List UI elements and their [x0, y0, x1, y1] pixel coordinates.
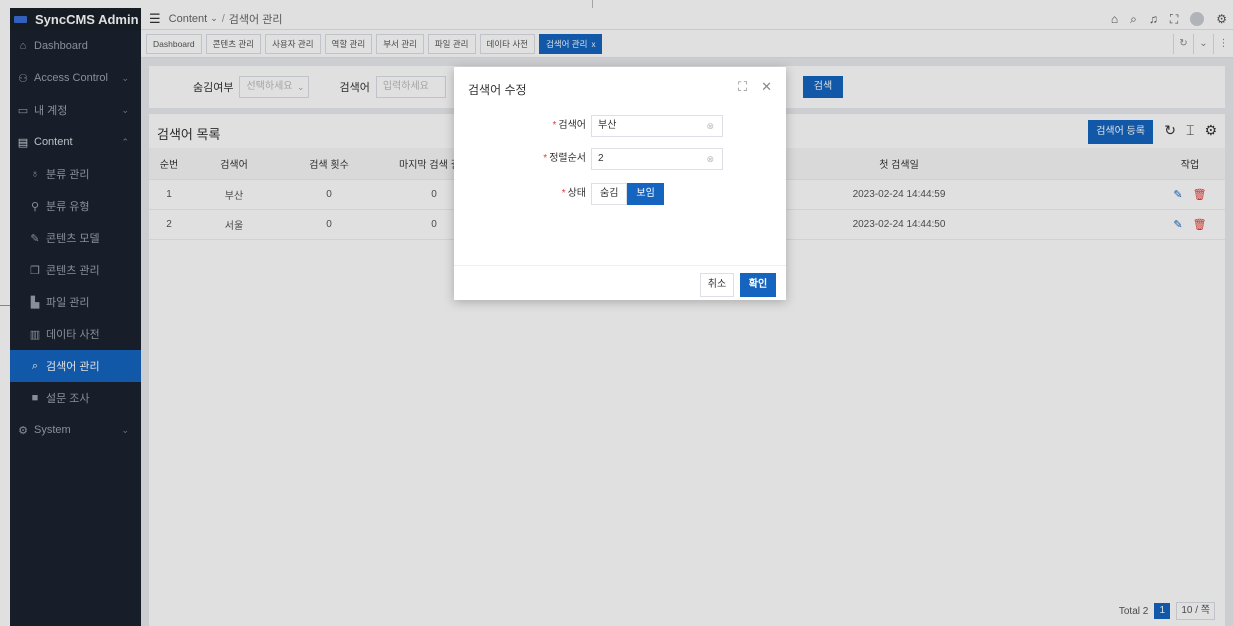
status-row: * 상태 숨김 보임	[454, 183, 786, 205]
keyword-row: * 검색어 부산 ⊗	[454, 115, 786, 137]
required-mark: *	[552, 120, 557, 131]
dialog-icons: ⛶ ✕	[738, 79, 772, 95]
status-label: * 상태	[562, 183, 586, 205]
status-hide-radio[interactable]: 숨김	[591, 183, 628, 205]
required-mark: *	[561, 188, 566, 199]
keyword-label: * 검색어	[552, 115, 586, 137]
fullscreen-icon[interactable]: ⛶	[738, 79, 747, 95]
dialog-title: 검색어 수정	[468, 83, 527, 97]
keyword-field[interactable]: 부산 ⊗	[591, 115, 723, 137]
order-label-text: 정렬순서	[549, 153, 586, 164]
status-label-text: 상태	[567, 188, 586, 199]
keyword-value: 부산	[598, 120, 617, 131]
sort-order-field[interactable]: 2 ⊗	[591, 148, 723, 170]
edit-keyword-dialog: 검색어 수정 ⛶ ✕ * 검색어 부산 ⊗ * 정렬순서 2 ⊗ * 상태 숨김 보임…	[454, 67, 786, 300]
clear-icon[interactable]: ⊗	[706, 149, 714, 169]
order-label: * 정렬순서	[543, 148, 586, 170]
order-value: 2	[598, 153, 604, 164]
clear-icon[interactable]: ⊗	[706, 116, 714, 136]
status-show-radio[interactable]: 보임	[627, 183, 664, 205]
confirm-button[interactable]: 확인	[740, 273, 776, 297]
status-radio-group: 숨김 보임	[591, 183, 664, 205]
required-mark: *	[543, 153, 548, 164]
order-row: * 정렬순서 2 ⊗	[454, 148, 786, 170]
cancel-button[interactable]: 취소	[700, 273, 734, 297]
dialog-footer-divider	[454, 265, 786, 266]
keyword-label-text: 검색어	[558, 120, 586, 131]
close-icon[interactable]: ✕	[761, 79, 772, 95]
